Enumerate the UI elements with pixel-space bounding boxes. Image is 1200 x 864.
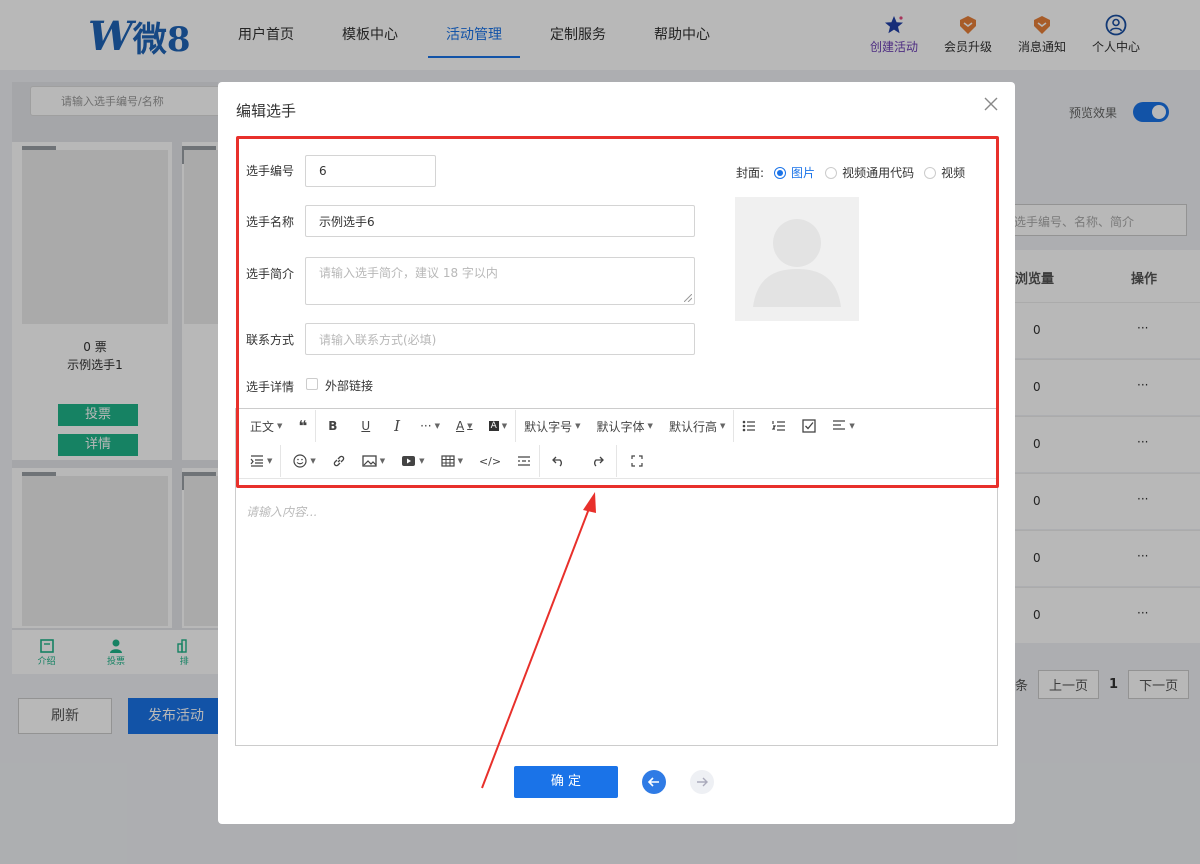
editor-placeholder[interactable]: 请输入内容... xyxy=(246,503,317,520)
editor-toolbar: 正文 ▼ ❝ B U I ··· ▼ A ▼ A ▼ 默认字号 ▼ 默认字体 ▼ 默认行高 ▼ xyxy=(236,409,997,479)
emoji-icon[interactable]: ▼ xyxy=(281,449,323,473)
arrow-left-icon xyxy=(647,777,659,787)
edit-player-dialog: 编辑选手 选手编号 6 选手名称 示例选手6 选手简介 请输入选手简介，建议 1… xyxy=(218,82,1015,824)
numbered-list-icon[interactable] xyxy=(764,414,794,438)
blockquote-icon[interactable]: ❝ xyxy=(290,414,315,438)
underline-icon[interactable]: U xyxy=(349,414,382,438)
more-styles-icon[interactable]: ··· ▼ xyxy=(412,414,448,438)
table-icon[interactable]: ▼ xyxy=(433,449,471,473)
redo-icon[interactable] xyxy=(578,449,616,473)
avatar-placeholder-icon xyxy=(753,219,841,307)
contact-input[interactable]: 请输入联系方式(必填) xyxy=(305,323,695,355)
link-icon[interactable] xyxy=(324,449,354,473)
external-link-checkbox[interactable] xyxy=(306,378,318,390)
resize-handle-icon[interactable] xyxy=(684,294,692,302)
player-intro-label: 选手简介 xyxy=(246,267,295,281)
cover-radio-video[interactable] xyxy=(924,166,937,179)
cover-option-video[interactable]: 视频 xyxy=(941,164,965,181)
cover-type-selector: 封面: 图片 视频通用代码 视频 xyxy=(736,164,965,181)
font-size-dropdown[interactable]: 默认字号 ▼ xyxy=(516,414,588,438)
dialog-title: 编辑选手 xyxy=(236,102,297,120)
bullet-list-icon[interactable] xyxy=(734,414,764,438)
font-family-label: 默认字体 xyxy=(596,419,645,434)
intro-placeholder: 请输入选手简介，建议 18 字以内 xyxy=(319,266,498,280)
player-detail-label: 选手详情 xyxy=(246,380,295,394)
undo-icon[interactable] xyxy=(540,449,578,473)
code-icon[interactable]: </> xyxy=(471,449,509,473)
chevron-down-icon: ▼ xyxy=(277,422,283,430)
next-player-button[interactable] xyxy=(690,770,714,794)
todo-checkbox-icon[interactable] xyxy=(794,414,824,438)
video-icon[interactable]: ▼ xyxy=(393,449,432,473)
paragraph-format-dropdown[interactable]: 正文 ▼ xyxy=(236,414,290,438)
player-name-label: 选手名称 xyxy=(246,215,295,229)
font-size-label: 默认字号 xyxy=(524,419,573,434)
player-name-input[interactable]: 示例选手6 xyxy=(305,205,695,237)
line-height-dropdown[interactable]: 默认行高 ▼ xyxy=(661,414,733,438)
background-color-icon[interactable]: A ▼ xyxy=(481,414,516,438)
cover-radio-image[interactable] xyxy=(774,166,787,179)
cover-option-image[interactable]: 图片 xyxy=(791,164,815,181)
bold-icon[interactable]: B xyxy=(316,414,349,438)
rich-text-editor: 正文 ▼ ❝ B U I ··· ▼ A ▼ A ▼ 默认字号 ▼ 默认字体 ▼ 默认行高 ▼ xyxy=(235,408,998,746)
player-number-input[interactable]: 6 xyxy=(305,155,436,187)
contact-label: 联系方式 xyxy=(246,333,295,347)
divider-line-icon[interactable] xyxy=(509,449,539,473)
line-height-label: 默认行高 xyxy=(668,419,717,434)
arrow-right-icon xyxy=(697,777,708,787)
confirm-button[interactable]: 确 定 xyxy=(514,766,618,798)
font-family-dropdown[interactable]: 默认字体 ▼ xyxy=(589,414,661,438)
paragraph-format-label: 正文 xyxy=(250,419,275,434)
align-icon[interactable]: ▼ xyxy=(824,414,862,438)
previous-player-button[interactable] xyxy=(642,770,666,794)
image-icon[interactable]: ▼ xyxy=(354,449,393,473)
external-link-label[interactable]: 外部链接 xyxy=(325,377,373,394)
close-icon[interactable] xyxy=(981,94,1001,114)
player-number-label: 选手编号 xyxy=(246,164,295,178)
cover-label: 封面: xyxy=(736,166,765,180)
dialog-footer: 确 定 xyxy=(514,766,714,798)
fullscreen-icon[interactable] xyxy=(617,449,657,473)
font-color-icon[interactable]: A ▼ xyxy=(448,414,481,438)
player-intro-textarea[interactable]: 请输入选手简介，建议 18 字以内 xyxy=(305,257,695,305)
italic-icon[interactable]: I xyxy=(382,414,412,438)
cover-option-video-code[interactable]: 视频通用代码 xyxy=(842,164,914,181)
cover-image-upload[interactable] xyxy=(735,197,859,321)
cover-radio-video-code[interactable] xyxy=(825,166,838,179)
indent-icon[interactable]: ▼ xyxy=(236,449,280,473)
